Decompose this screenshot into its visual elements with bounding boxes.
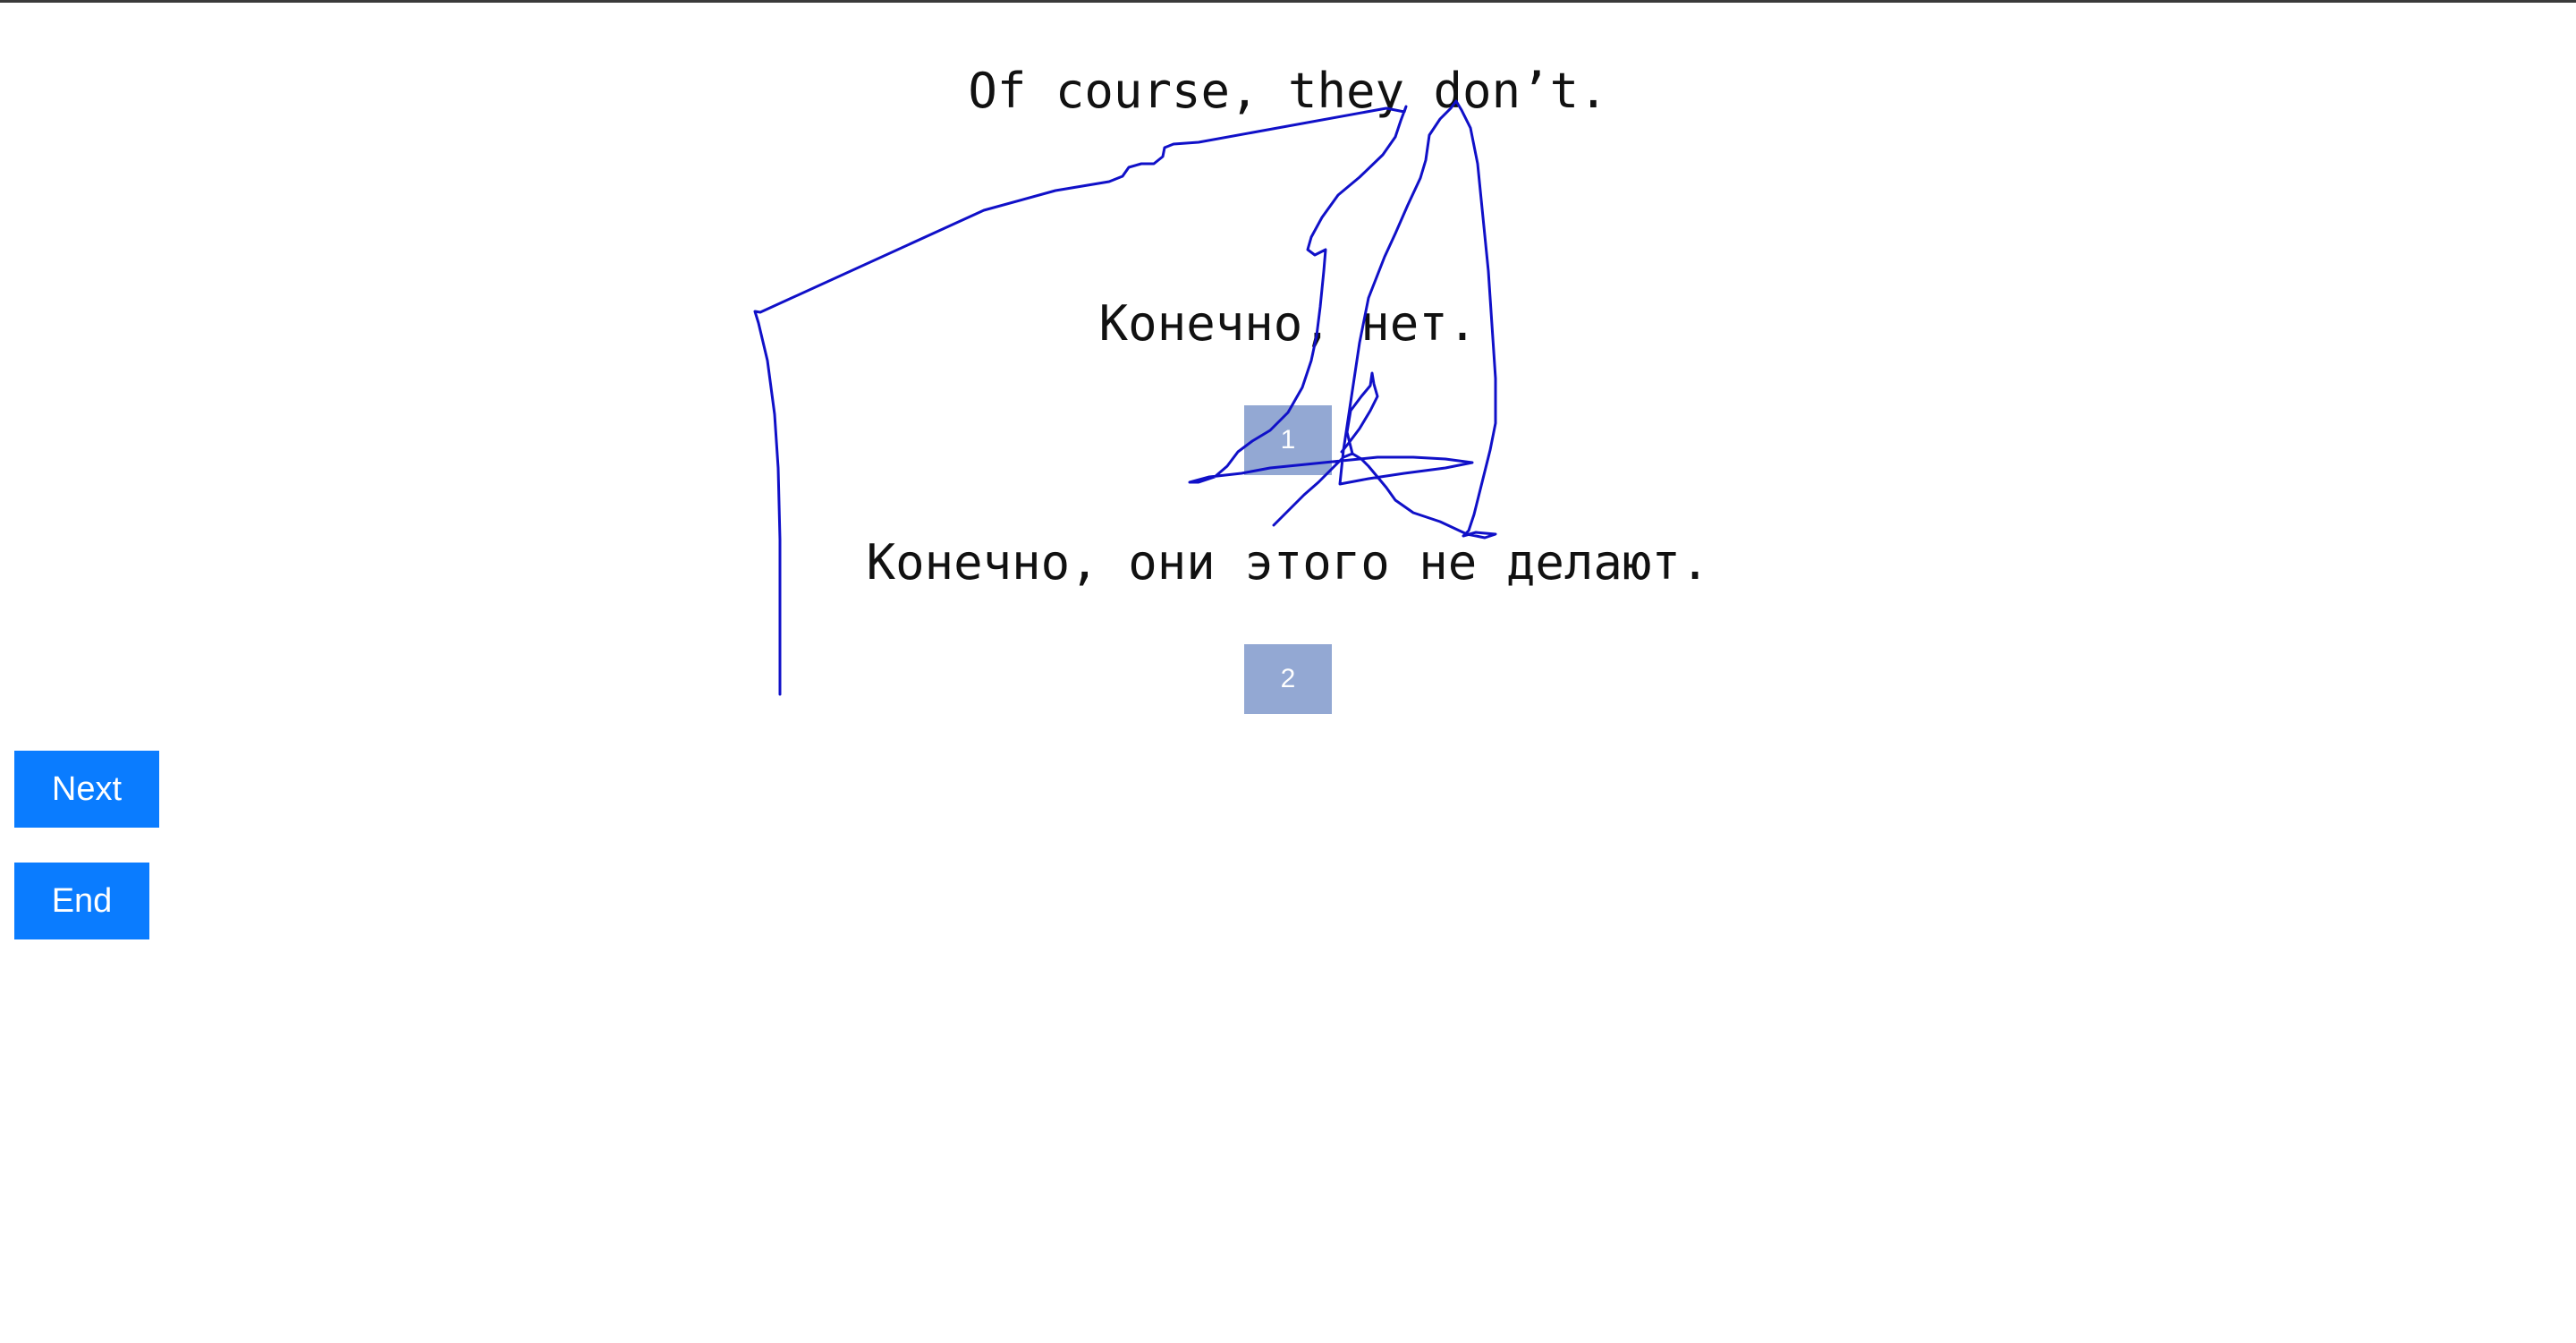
scribble-stroke-1 bbox=[753, 99, 1497, 696]
scribble-stroke-2 bbox=[1340, 371, 1379, 455]
translation-option-2: Конечно, они этого не делают. bbox=[866, 534, 1710, 591]
choose-option-1-button[interactable]: 1 bbox=[1244, 405, 1332, 475]
annotation-stage: Of course, they don’t. Конечно, нет. 1 К… bbox=[0, 0, 2576, 1343]
translation-option-1: Конечно, нет. bbox=[1098, 295, 1478, 352]
end-button[interactable]: End bbox=[14, 863, 149, 939]
next-button[interactable]: Next bbox=[14, 751, 159, 828]
choose-option-2-button[interactable]: 2 bbox=[1244, 644, 1332, 714]
source-sentence: Of course, they don’t. bbox=[968, 63, 1608, 119]
